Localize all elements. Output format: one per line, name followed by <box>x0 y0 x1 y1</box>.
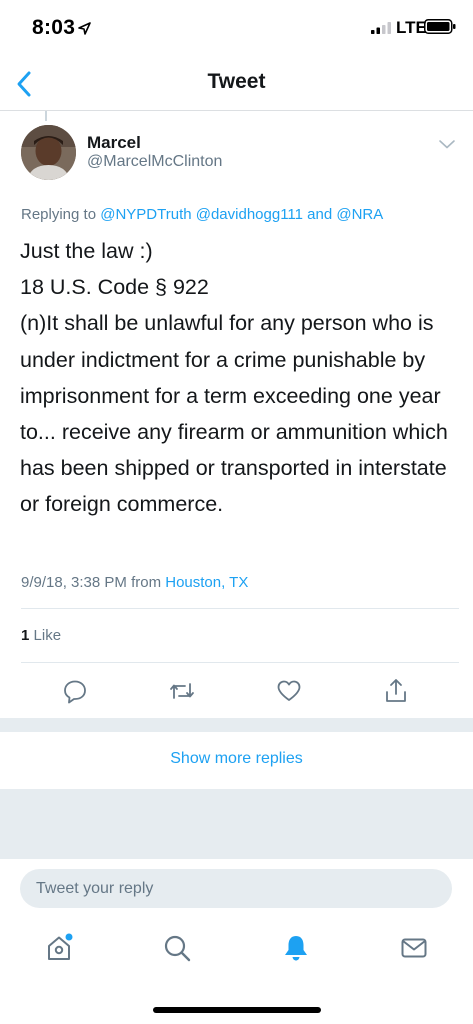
avatar-image <box>21 125 76 180</box>
home-icon[interactable] <box>44 933 74 963</box>
signal-strength-icon <box>371 22 391 34</box>
like-label: Like <box>33 627 62 644</box>
tweet-text: Just the law :) 18 U.S. Code § 922 (n)It… <box>20 239 448 517</box>
avatar[interactable] <box>21 125 76 180</box>
network-type: LTE <box>396 18 427 37</box>
share-icon[interactable] <box>383 678 409 704</box>
home-indicator <box>153 1007 321 1013</box>
author-name[interactable]: Marcel <box>87 133 141 153</box>
show-more-replies-link[interactable]: Show more replies <box>0 750 473 768</box>
tweet-meta: 9/9/18, 3:38 PM from Houston, TX <box>21 574 248 591</box>
thread-line <box>45 111 47 121</box>
divider <box>21 608 459 609</box>
like-count: 1 <box>21 627 30 644</box>
like-icon[interactable] <box>276 678 302 704</box>
chevron-down-icon[interactable] <box>438 138 456 150</box>
tweet-timestamp: 9/9/18, 3:38 PM <box>21 574 127 591</box>
section-separator <box>0 718 473 732</box>
replying-to-handles[interactable]: @NYPDTruth @davidhogg111 and @NRA <box>100 206 383 223</box>
search-icon[interactable] <box>162 933 192 963</box>
location-arrow-icon <box>78 22 91 35</box>
battery-icon <box>424 19 456 34</box>
replying-to: Replying to @NYPDTruth @davidhogg111 and… <box>21 206 383 223</box>
author-handle[interactable]: @MarcelMcClinton <box>87 153 222 171</box>
notifications-icon[interactable] <box>281 933 311 963</box>
retweet-icon[interactable] <box>169 678 195 704</box>
reply-icon[interactable] <box>62 678 88 704</box>
tweet-location[interactable]: Houston, TX <box>165 574 248 591</box>
divider <box>21 662 459 663</box>
like-count-row[interactable]: 1 Like <box>21 627 61 644</box>
nav-divider <box>0 110 473 111</box>
messages-icon[interactable] <box>399 933 429 963</box>
page-title: Tweet <box>207 70 266 93</box>
from-label: from <box>131 574 162 591</box>
empty-area <box>0 789 473 859</box>
reply-placeholder: Tweet your reply <box>36 880 154 897</box>
status-time: 8:03 <box>32 16 76 39</box>
replying-to-label: Replying to <box>21 206 97 223</box>
